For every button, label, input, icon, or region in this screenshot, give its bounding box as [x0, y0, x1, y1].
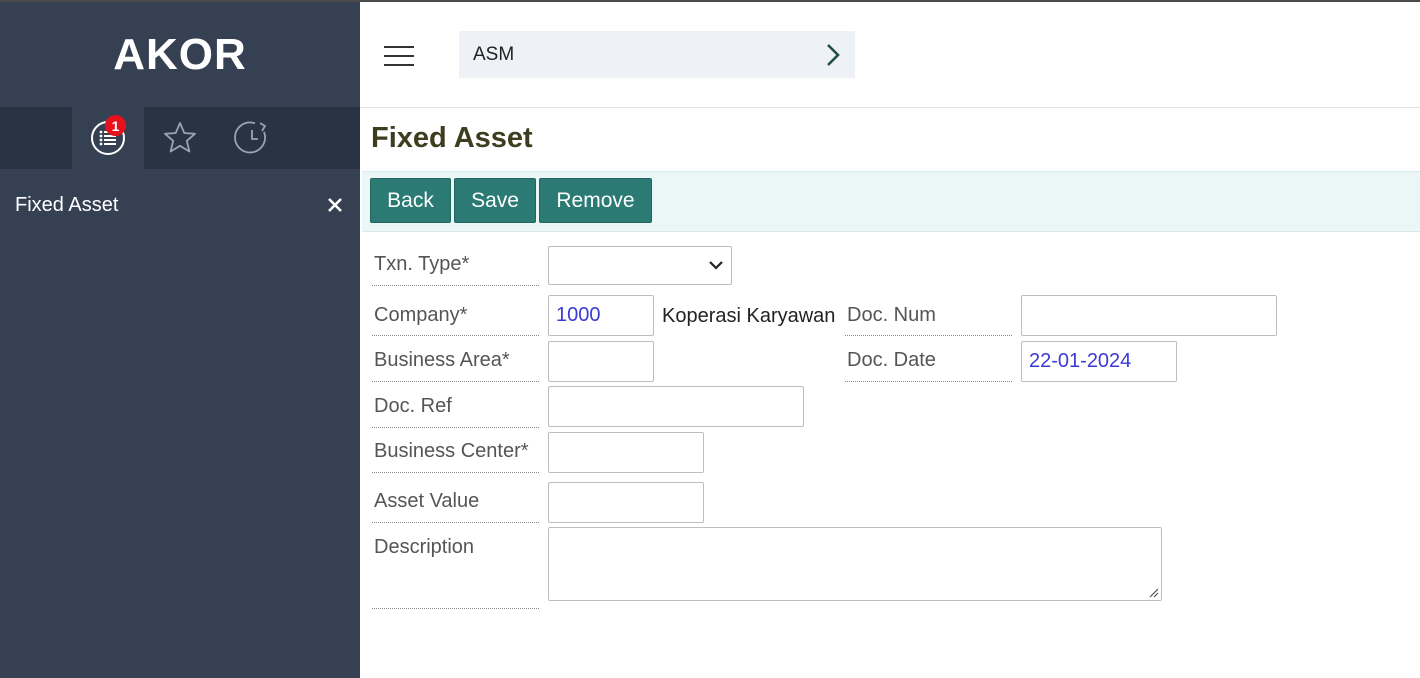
- company-name: Koperasi Karyawan: [662, 305, 836, 327]
- tab-favorites[interactable]: [144, 107, 216, 169]
- breadcrumb[interactable]: ASM: [459, 31, 855, 78]
- tab-history[interactable]: [216, 107, 288, 169]
- company-input[interactable]: 1000: [548, 295, 654, 336]
- txn-type-select[interactable]: [548, 246, 732, 285]
- tab-open-items[interactable]: 1: [72, 107, 144, 169]
- action-toolbar: Back Save Remove: [362, 171, 1420, 232]
- doc-num-input[interactable]: [1021, 295, 1277, 336]
- remove-button[interactable]: Remove: [539, 178, 652, 223]
- txn-type-label: Txn. Type*: [372, 253, 539, 286]
- doc-ref-label: Doc. Ref: [372, 395, 539, 428]
- business-area-label: Business Area*: [372, 349, 539, 382]
- doc-date-input[interactable]: 22-01-2024: [1021, 341, 1177, 382]
- business-area-input[interactable]: [548, 341, 654, 382]
- doc-num-label: Doc. Num: [845, 304, 1012, 336]
- sidebar-tabs: 1: [0, 107, 360, 169]
- app-logo: AKOR: [113, 29, 247, 79]
- star-icon: [164, 122, 196, 153]
- save-button[interactable]: Save: [454, 178, 536, 223]
- resize-handle-icon[interactable]: [1149, 588, 1159, 598]
- sidebar-item-fixed-asset[interactable]: Fixed Asset: [0, 182, 360, 228]
- chevron-down-icon: [709, 261, 723, 270]
- menu-icon[interactable]: [384, 46, 414, 66]
- breadcrumb-label: ASM: [473, 43, 515, 65]
- close-icon[interactable]: [325, 195, 345, 215]
- page-title: Fixed Asset: [371, 122, 533, 154]
- business-center-input[interactable]: [548, 432, 704, 473]
- notification-badge: 1: [105, 115, 126, 136]
- top-header: ASM: [360, 2, 1420, 108]
- sidebar: AKOR 1 Fixed Asset: [0, 2, 360, 678]
- sidebar-item-label: Fixed Asset: [15, 193, 119, 216]
- company-label: Company*: [372, 304, 539, 336]
- doc-ref-input[interactable]: [548, 386, 804, 427]
- asset-value-label: Asset Value: [372, 490, 539, 523]
- business-center-label: Business Center*: [372, 440, 539, 473]
- description-label: Description: [372, 536, 539, 609]
- chevron-right-icon: [827, 43, 840, 66]
- description-textarea[interactable]: [548, 527, 1162, 601]
- doc-date-label: Doc. Date: [845, 349, 1012, 382]
- back-button[interactable]: Back: [370, 178, 451, 223]
- history-icon: [234, 121, 267, 154]
- asset-value-input[interactable]: [548, 482, 704, 523]
